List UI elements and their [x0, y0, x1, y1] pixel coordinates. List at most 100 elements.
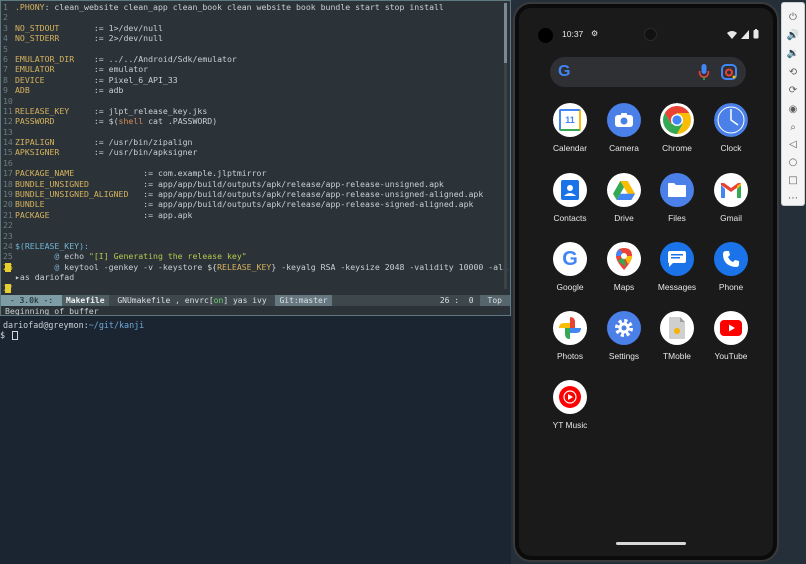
app-contacts[interactable]: Contacts: [540, 173, 600, 223]
app-messages[interactable]: Messages: [647, 242, 707, 292]
code-token: keytool -genkey -v -keystore ${: [64, 261, 218, 272]
editor-line[interactable]: 5: [3, 44, 508, 54]
app-files[interactable]: Files: [647, 173, 707, 223]
overview-icon[interactable]: □: [786, 173, 800, 187]
code-token: .PHONY: [15, 2, 45, 12]
scrollbar-thumb[interactable]: [504, 3, 507, 63]
app-camera[interactable]: Camera: [594, 103, 654, 153]
editor-line[interactable]: 25 @ echo "[I] Generating the release ke…: [3, 251, 508, 261]
photos-icon[interactable]: [553, 311, 587, 345]
editor-line[interactable]: 7 EMULATOR := emulator: [3, 64, 508, 74]
editor-line[interactable]: 24 $(RELEASE_KEY):: [3, 241, 508, 251]
editor-line[interactable]: 16: [3, 158, 508, 168]
back-icon[interactable]: ◁: [786, 137, 800, 151]
app-maps[interactable]: Maps: [594, 242, 654, 292]
code-token: echo: [64, 251, 89, 262]
code-token: } -keyalg RSA -keysize 2048 -validity 10…: [271, 261, 508, 272]
front-camera-icon: [644, 28, 657, 41]
code-token: ▸as dariofad: [15, 272, 75, 283]
volume-down-icon[interactable]: 🔉: [786, 46, 800, 60]
camera-icon[interactable]: [607, 103, 641, 137]
power-icon[interactable]: ⏻: [786, 10, 800, 24]
editor-line[interactable]: 4 NO_STDERR := 2>/dev/null: [3, 33, 508, 43]
app-gmail[interactable]: Gmail: [701, 173, 761, 223]
emacs-window[interactable]: 1 .PHONY: clean_website clean_app clean_b…: [0, 0, 511, 316]
modeline-vcs: Git:master: [275, 295, 332, 306]
line-number: 3: [3, 22, 8, 33]
editor-line[interactable]: 27: [3, 283, 508, 293]
app-google[interactable]: G Google: [540, 242, 600, 292]
app-tmoble[interactable]: TMoble: [647, 311, 707, 361]
editor-line[interactable]: 17 PACKAGE_NAME := com.example.jlptmirror: [3, 168, 508, 178]
editor-line[interactable]: 23: [3, 231, 508, 241]
editor-buffer[interactable]: 1 .PHONY: clean_website clean_app clean_b…: [3, 2, 508, 295]
editor-line[interactable]: 13: [3, 127, 508, 137]
editor-line[interactable]: 19 BUNDLE_UNSIGNED_ALIGNED := app/app/bui…: [3, 189, 508, 199]
calendar-icon[interactable]: 11: [553, 103, 587, 137]
terminal-input-line[interactable]: $: [0, 330, 19, 340]
screenshot-icon[interactable]: ◉: [786, 102, 800, 116]
editor-line[interactable]: 8 DEVICE := Pixel_6_API_33: [3, 75, 508, 85]
phone-screen[interactable]: 10:37 ⚙ G 11 Calendar Camera Chrome Clock Con…: [519, 8, 773, 556]
yt-music-icon[interactable]: [553, 380, 587, 414]
app-drive[interactable]: Drive: [594, 173, 654, 223]
google-icon[interactable]: G: [553, 242, 587, 276]
editor-line[interactable]: 14 ZIPALIGN := /usr/bin/zipalign: [3, 137, 508, 147]
youtube-icon[interactable]: [714, 311, 748, 345]
app-calendar[interactable]: 11 Calendar: [540, 103, 600, 153]
editor-line[interactable]: 1 .PHONY: clean_website clean_app clean_b…: [3, 2, 508, 12]
editor-line[interactable]: ▸as dariofad: [3, 272, 508, 282]
line-number: 6: [3, 53, 8, 64]
gmail-icon[interactable]: [714, 173, 748, 207]
editor-line[interactable]: 26 @ keytool -genkey -v -keystore ${RELE…: [3, 262, 508, 272]
mic-icon[interactable]: [698, 63, 710, 81]
editor-line[interactable]: 21 PACKAGE := app.apk: [3, 210, 508, 220]
code-token: @: [15, 261, 65, 272]
terminal-window[interactable]: dariofad@greymon:~/git/kanji $: [0, 316, 511, 564]
code-token: := Pixel_6_API_33: [93, 74, 178, 85]
editor-line[interactable]: 15 APKSIGNER := /usr/bin/apksigner: [3, 147, 508, 157]
tmobile-icon[interactable]: [660, 311, 694, 345]
rotate-right-icon[interactable]: ⟳: [786, 83, 800, 97]
zoom-icon[interactable]: ⌕: [786, 120, 800, 134]
home-gesture-bar[interactable]: [616, 542, 686, 545]
rotate-left-icon[interactable]: ⟲: [786, 65, 800, 79]
app-settings[interactable]: Settings: [594, 311, 654, 361]
line-code: RELEASE_KEY := jlpt_release_key.jks: [15, 106, 207, 116]
editor-line[interactable]: 9 ADB := adb: [3, 85, 508, 95]
files-icon[interactable]: [660, 173, 694, 207]
app-clock[interactable]: Clock: [701, 103, 761, 153]
google-search-bar[interactable]: G: [550, 57, 746, 87]
more-icon[interactable]: ⋯: [786, 191, 800, 205]
contacts-icon[interactable]: [553, 173, 587, 207]
messages-icon[interactable]: [660, 242, 694, 276]
modeline-modes-suffix: ] yas ivy: [223, 296, 272, 305]
editor-line[interactable]: 10: [3, 96, 508, 106]
modeline-buffer-name[interactable]: Makefile: [61, 295, 109, 306]
editor-line[interactable]: 20 BUNDLE := app/app/build/outputs/apk/re…: [3, 199, 508, 209]
app-youtube[interactable]: YouTube: [701, 311, 761, 361]
editor-line[interactable]: 3 NO_STDOUT := 1>/dev/null: [3, 23, 508, 33]
app-yt-music[interactable]: YT Music: [540, 380, 600, 430]
settings-icon[interactable]: [607, 311, 641, 345]
drive-icon[interactable]: [607, 173, 641, 207]
phone-icon[interactable]: [714, 242, 748, 276]
google-lens-icon[interactable]: [720, 63, 738, 81]
code-token: @: [15, 251, 65, 262]
chrome-icon[interactable]: [660, 103, 694, 137]
code-token: $(RELEASE_KEY):: [15, 240, 89, 251]
app-chrome[interactable]: Chrome: [647, 103, 707, 153]
editor-line[interactable]: 11 RELEASE_KEY := jlpt_release_key.jks: [3, 106, 508, 116]
editor-line[interactable]: 2: [3, 12, 508, 22]
line-number: 15: [3, 147, 13, 158]
maps-icon[interactable]: [607, 242, 641, 276]
app-phone[interactable]: Phone: [701, 242, 761, 292]
volume-up-icon[interactable]: 🔊: [786, 28, 800, 42]
editor-line[interactable]: 22: [3, 220, 508, 230]
app-photos[interactable]: Photos: [540, 311, 600, 361]
home-icon[interactable]: ○: [786, 155, 800, 169]
editor-line[interactable]: 18 BUNDLE_UNSIGNED := app/app/build/outpu…: [3, 179, 508, 189]
editor-line[interactable]: 6 EMULATOR_DIR := ../../Android/Sdk/emula…: [3, 54, 508, 64]
editor-line[interactable]: 12 PASSWORD := $(shell cat .PASSWORD): [3, 116, 508, 126]
clock-icon[interactable]: [714, 103, 748, 137]
